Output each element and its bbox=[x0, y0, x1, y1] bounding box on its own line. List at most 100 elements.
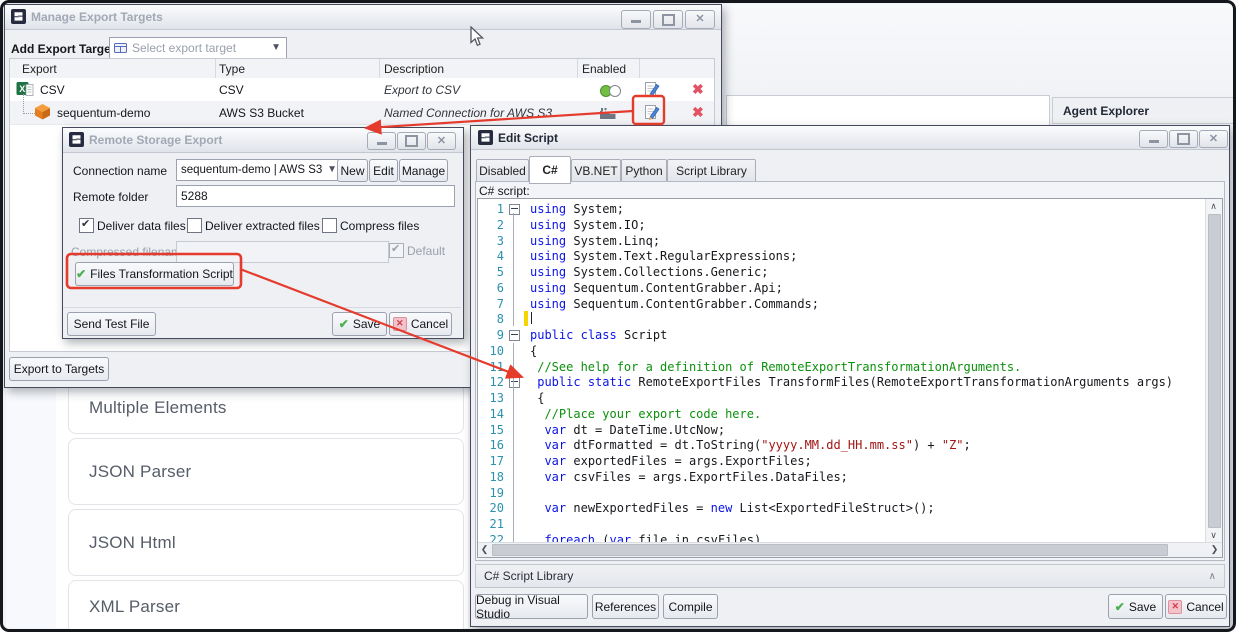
send-test-file-button[interactable]: Send Test File bbox=[67, 312, 156, 336]
export-to-targets-button[interactable]: Export to Targets bbox=[9, 357, 109, 381]
line-number: 11 bbox=[478, 360, 504, 375]
edit-button[interactable]: Edit bbox=[369, 159, 398, 182]
export-type: CSV bbox=[219, 83, 244, 97]
agent-explorer-title: Agent Explorer bbox=[1063, 104, 1149, 118]
tab-script-library[interactable]: Script Library bbox=[667, 159, 756, 183]
maximize-button[interactable] bbox=[1169, 130, 1198, 148]
compressed-filename-label: Compressed filename bbox=[71, 245, 188, 259]
remote-folder-input[interactable]: 5288 bbox=[176, 185, 455, 207]
dialog-title: Remote Storage Export bbox=[89, 133, 222, 147]
line-number: 18 bbox=[478, 470, 504, 485]
vertical-scrollbar[interactable]: ∧ ∨ bbox=[1205, 199, 1222, 543]
new-button[interactable]: New bbox=[337, 159, 368, 182]
column-header-enabled[interactable]: Enabled bbox=[582, 62, 626, 76]
column-header-export[interactable]: Export bbox=[22, 62, 57, 76]
save-button[interactable]: ✔ Save bbox=[332, 312, 387, 336]
maximize-button[interactable] bbox=[397, 132, 426, 150]
line-number: 13 bbox=[478, 391, 504, 406]
code-line-18: 18 var csvFiles = args.ExportFiles.DataF… bbox=[478, 469, 1198, 485]
delete-icon[interactable]: ✖ bbox=[692, 81, 704, 98]
list-item-json-html[interactable]: JSON Html bbox=[68, 509, 464, 576]
agent-explorer-header[interactable]: Agent Explorer bbox=[1052, 97, 1234, 124]
line-number: 8 bbox=[478, 312, 504, 327]
maximize-button[interactable] bbox=[653, 10, 683, 29]
compress-files-label: Compress files bbox=[340, 219, 419, 233]
deliver-data-files-checkbox[interactable] bbox=[79, 218, 94, 233]
delete-icon[interactable]: ✖ bbox=[692, 104, 704, 121]
compile-button[interactable]: Compile bbox=[663, 594, 718, 619]
save-button[interactable]: ✔ Save bbox=[1108, 594, 1163, 619]
dialog-title: Edit Script bbox=[498, 131, 558, 145]
compress-files-checkbox[interactable] bbox=[322, 218, 337, 233]
code-line-14: 14 //Place your export code here. bbox=[478, 406, 1198, 422]
line-number: 10 bbox=[478, 344, 504, 359]
minimize-button[interactable] bbox=[621, 10, 651, 29]
line-number: 17 bbox=[478, 454, 504, 469]
modified-line-marker bbox=[524, 311, 528, 326]
cancel-x-icon: ✕ bbox=[1168, 600, 1182, 614]
files-transformation-script-button[interactable]: ✔ Files Transformation Script bbox=[75, 262, 234, 286]
table-header[interactable]: Export Type Description Enabled bbox=[10, 59, 714, 79]
table-row[interactable]: sequentum-demo AWS S3 Bucket Named Conne… bbox=[10, 101, 714, 125]
debug-in-visual-studio-button[interactable]: Debug in Visual Studio bbox=[475, 594, 588, 619]
line-number: 3 bbox=[478, 234, 504, 249]
fold-collapse-icon[interactable] bbox=[509, 204, 520, 215]
minimize-button[interactable] bbox=[1139, 130, 1168, 148]
code-line-19: 19 bbox=[478, 485, 1198, 501]
code-line-6: 6using Sequentum.ContentGrabber.Api; bbox=[478, 280, 1198, 296]
scroll-left-icon[interactable]: ❮ bbox=[478, 543, 491, 556]
csharp-script-library-bar[interactable]: C# Script Library ∧ bbox=[475, 564, 1225, 588]
close-button[interactable]: ✕ bbox=[1199, 130, 1228, 148]
edit-script-icon[interactable] bbox=[644, 103, 660, 126]
fold-collapse-icon[interactable] bbox=[509, 330, 520, 341]
check-icon: ✔ bbox=[76, 267, 86, 281]
compressed-filename-input bbox=[176, 241, 389, 263]
minimize-button[interactable] bbox=[367, 132, 396, 150]
cancel-button[interactable]: ✕ Cancel bbox=[389, 312, 452, 336]
list-item-xml-parser[interactable]: XML Parser bbox=[68, 580, 464, 632]
references-button[interactable]: References bbox=[592, 594, 659, 619]
code-line-11: 11 //See help for a definition of Remote… bbox=[478, 359, 1198, 375]
close-button[interactable]: ✕ bbox=[427, 132, 456, 150]
scroll-up-icon[interactable]: ∧ bbox=[1207, 200, 1220, 213]
export-type: AWS S3 Bucket bbox=[219, 106, 304, 120]
cancel-button[interactable]: ✕ Cancel bbox=[1165, 594, 1227, 619]
manage-button[interactable]: Manage bbox=[399, 159, 448, 182]
connection-name-combobox[interactable]: sequentum-demo | AWS S3 ▼ bbox=[176, 159, 343, 181]
svg-text:X: X bbox=[19, 84, 25, 94]
edit-script-icon[interactable] bbox=[644, 80, 660, 103]
list-item-json-parser[interactable]: JSON Parser bbox=[68, 438, 464, 505]
export-target-grid-icon bbox=[114, 43, 127, 53]
manage-titlebar[interactable]: Manage Export Targets ✕ bbox=[5, 5, 721, 30]
rse-titlebar[interactable]: Remote Storage Export ✕ bbox=[63, 128, 463, 153]
tab-python[interactable]: Python bbox=[621, 159, 667, 183]
table-row[interactable]: X CSV CSV Export to CSV ✖ bbox=[10, 78, 714, 102]
scroll-right-icon[interactable]: ❯ bbox=[1208, 543, 1221, 556]
app-logo-icon bbox=[478, 130, 493, 148]
fold-collapse-icon[interactable] bbox=[509, 377, 520, 388]
list-item-multiple-elements[interactable]: Multiple Elements bbox=[68, 382, 464, 434]
code-editor[interactable]: 1using System;2using System.IO;3using Sy… bbox=[477, 198, 1223, 558]
close-icon: ✕ bbox=[1209, 134, 1218, 145]
tab-csharp[interactable]: C# bbox=[529, 156, 571, 184]
code-line-8: 8 bbox=[478, 311, 1198, 327]
select-export-target-combobox[interactable]: Select export target ▼ bbox=[109, 37, 287, 59]
connection-name-label: Connection name bbox=[73, 164, 167, 178]
list-item-label: Multiple Elements bbox=[89, 398, 227, 418]
line-number: 9 bbox=[478, 328, 504, 343]
default-label: Default bbox=[407, 244, 445, 258]
deliver-extracted-files-checkbox[interactable] bbox=[187, 218, 202, 233]
close-button[interactable]: ✕ bbox=[685, 10, 715, 29]
line-number: 21 bbox=[478, 517, 504, 532]
tab-vbnet[interactable]: VB.NET bbox=[571, 159, 621, 183]
collapse-chevron-icon[interactable]: ∧ bbox=[1209, 571, 1216, 582]
column-header-description[interactable]: Description bbox=[384, 62, 444, 76]
toggle-on-icon[interactable] bbox=[600, 85, 622, 96]
chevron-down-icon: ▼ bbox=[271, 42, 281, 53]
horizontal-scrollbar[interactable]: ❮ ❯ bbox=[478, 542, 1222, 557]
column-header-type[interactable]: Type bbox=[219, 62, 245, 76]
edit-script-titlebar[interactable]: Edit Script ✕ bbox=[471, 126, 1229, 150]
scroll-down-icon[interactable]: ∨ bbox=[1207, 529, 1220, 542]
maximize-icon bbox=[405, 135, 418, 147]
tab-disabled[interactable]: Disabled bbox=[476, 159, 529, 183]
